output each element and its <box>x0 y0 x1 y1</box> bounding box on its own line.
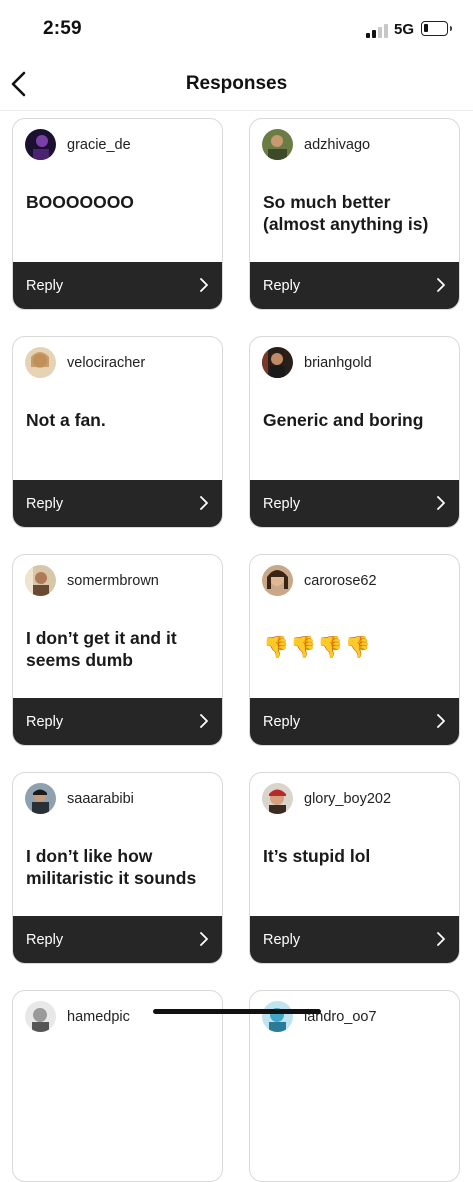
avatar[interactable] <box>262 565 293 596</box>
avatar[interactable] <box>25 1001 56 1032</box>
response-card: saaarabibi I don’t like how militaristic… <box>12 772 223 964</box>
chevron-right-icon <box>437 496 445 510</box>
signal-icon <box>366 24 390 38</box>
reply-label: Reply <box>263 278 301 294</box>
response-card: gracie_de BOOOOOOO Reply <box>12 118 223 310</box>
response-text: Generic and boring <box>263 410 424 430</box>
chevron-right-icon <box>200 932 208 946</box>
response-text: Not a fan. <box>26 410 106 430</box>
chevron-right-icon <box>200 278 208 292</box>
home-indicator[interactable] <box>153 1009 321 1014</box>
username[interactable]: adzhivago <box>304 137 370 153</box>
reply-label: Reply <box>26 932 64 948</box>
response-text: I don’t get it and it seems dumb <box>26 628 177 670</box>
avatar[interactable] <box>25 783 56 814</box>
reply-label: Reply <box>263 932 301 948</box>
avatar[interactable] <box>25 565 56 596</box>
response-text: 👎👎👎👎 <box>263 636 372 659</box>
username[interactable]: somermbrown <box>67 573 159 589</box>
avatar[interactable] <box>262 1001 293 1032</box>
avatar[interactable] <box>25 347 56 378</box>
response-card: somermbrown I don’t get it and it seems … <box>12 554 223 746</box>
avatar[interactable] <box>25 129 56 160</box>
response-card: iandro_oo7 <box>249 990 460 1182</box>
username[interactable]: carorose62 <box>304 573 377 589</box>
status-time: 2:59 <box>43 18 82 39</box>
response-card: glory_boy202 It’s stupid lol Reply <box>249 772 460 964</box>
chevron-right-icon <box>200 496 208 510</box>
chevron-right-icon <box>437 278 445 292</box>
response-text: I don’t like how militaristic it sounds <box>26 846 197 888</box>
reply-button[interactable]: Reply <box>250 262 459 309</box>
network-label: 5G <box>394 21 415 38</box>
reply-button[interactable]: Reply <box>250 480 459 527</box>
username[interactable]: glory_boy202 <box>304 791 391 807</box>
username[interactable]: hamedpic <box>67 1009 130 1025</box>
reply-button[interactable]: Reply <box>13 480 222 527</box>
response-card: brianhgold Generic and boring Reply <box>249 336 460 528</box>
avatar[interactable] <box>262 347 293 378</box>
reply-button[interactable]: Reply <box>13 262 222 309</box>
username[interactable]: velociracher <box>67 355 145 371</box>
reply-label: Reply <box>26 278 64 294</box>
response-text: It’s stupid lol <box>263 846 371 866</box>
username[interactable]: brianhgold <box>304 355 372 371</box>
reply-label: Reply <box>263 496 301 512</box>
username[interactable]: saaarabibi <box>67 791 134 807</box>
avatar[interactable] <box>262 129 293 160</box>
reply-button[interactable]: Reply <box>250 916 459 963</box>
reply-button[interactable]: Reply <box>250 698 459 745</box>
chevron-right-icon <box>437 714 445 728</box>
response-text: BOOOOOOO <box>26 192 134 212</box>
reply-button[interactable]: Reply <box>13 698 222 745</box>
response-card: hamedpic <box>12 990 223 1182</box>
battery-icon <box>421 21 452 36</box>
chevron-right-icon <box>200 714 208 728</box>
response-card: carorose62 👎👎👎👎 Reply <box>249 554 460 746</box>
response-card: adzhivago So much better (almost anythin… <box>249 118 460 310</box>
username[interactable]: gracie_de <box>67 137 131 153</box>
response-card: velociracher Not a fan. Reply <box>12 336 223 528</box>
reply-label: Reply <box>26 714 64 730</box>
nav-bar: Responses <box>0 60 473 111</box>
reply-button[interactable]: Reply <box>13 916 222 963</box>
chevron-right-icon <box>437 932 445 946</box>
reply-label: Reply <box>26 496 64 512</box>
response-text: So much better (almost anything is) <box>263 192 429 234</box>
avatar[interactable] <box>262 783 293 814</box>
status-bar: 2:59 5G <box>0 0 473 60</box>
page-title: Responses <box>185 73 288 94</box>
reply-label: Reply <box>263 714 301 730</box>
